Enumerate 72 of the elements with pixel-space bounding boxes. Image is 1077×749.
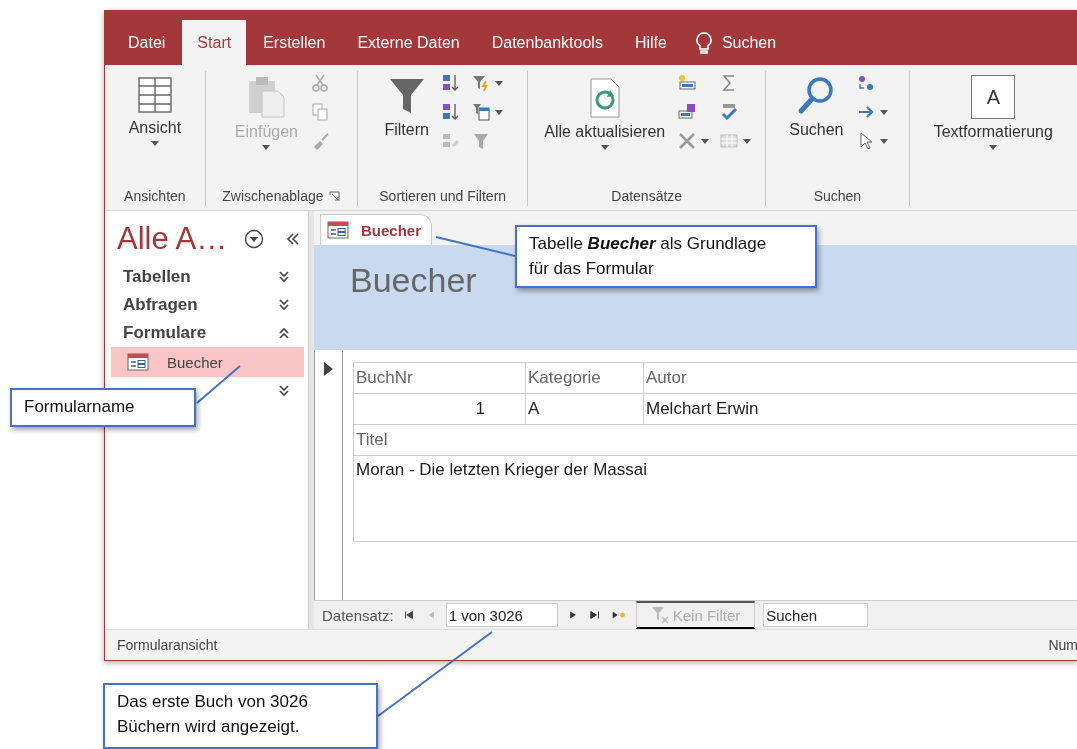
ribbon-button[interactable]: Alle aktualisieren	[542, 71, 668, 154]
sort-ascending-icon[interactable]	[440, 73, 461, 93]
ribbon-tab[interactable]: Datenbanktools	[476, 20, 618, 65]
ribbon-button[interactable]: Ansicht	[126, 71, 184, 150]
ribbon-button[interactable]: A Textformatierung	[931, 71, 1055, 154]
table-grid-icon	[136, 75, 173, 115]
caret-icon	[494, 109, 503, 115]
dropdown-caret-icon	[262, 145, 271, 150]
lightbulb-icon	[695, 31, 712, 54]
record-nav-label: Datensatz:	[322, 606, 394, 624]
save-record-icon[interactable]	[677, 102, 698, 122]
sort-descending-icon[interactable]	[440, 102, 461, 122]
nav-group-header[interactable]: Tabellen	[123, 267, 191, 287]
field-value[interactable]: 1	[354, 394, 526, 425]
dropdown-caret-icon	[600, 145, 609, 150]
delete-icon[interactable]	[677, 131, 698, 151]
ribbon-tab[interactable]: Hilfe	[619, 20, 682, 65]
ribbon-tab[interactable]: Erstellen	[248, 20, 341, 65]
callout-note: Formularname	[10, 388, 196, 427]
form-header-title: Buecher	[350, 261, 477, 299]
spelling-check-icon[interactable]	[719, 102, 740, 122]
collapse-pane-icon[interactable]	[286, 232, 300, 246]
nav-group-header[interactable]: Formulare	[123, 323, 207, 343]
memo-field[interactable]: Moran - Die letzten Krieger der Massai	[354, 456, 1077, 542]
chevron-down-icon[interactable]	[278, 299, 290, 311]
group-label: Zwischenablage	[222, 188, 324, 204]
chevron-down-icon[interactable]	[278, 385, 290, 397]
field-label: BuchNr	[354, 363, 526, 394]
group-label: Ansichten	[124, 188, 186, 204]
dropdown-caret-icon	[989, 145, 998, 150]
field-label: Titel	[354, 425, 1077, 456]
field-label: Autor	[644, 363, 1077, 394]
document-tab[interactable]: Buecher	[320, 214, 433, 245]
ribbon-tab[interactable]: Datei	[113, 20, 181, 65]
form-icon	[127, 353, 149, 371]
caret-icon	[879, 109, 888, 115]
refresh-document-icon	[587, 75, 622, 119]
chevron-down-icon[interactable]	[278, 271, 290, 283]
field-value[interactable]: A	[526, 394, 644, 425]
dialog-launcher-icon[interactable]	[329, 190, 341, 202]
callout-note: Tabelle Buecher als Grundlage für das Formular	[515, 225, 817, 289]
last-record-icon[interactable]	[587, 608, 602, 622]
dropdown-caret-icon	[150, 141, 159, 146]
callout-note: Das erste Buch von 3026 Büchern wird angezeigt.	[103, 683, 378, 749]
nav-item[interactable]: Buecher	[111, 347, 304, 377]
caret-icon	[743, 138, 752, 144]
record-selector-icon[interactable]	[324, 362, 333, 376]
clipboard-icon	[246, 75, 287, 119]
group-label: Suchen	[813, 188, 862, 204]
search-field[interactable]: Suchen	[763, 603, 869, 627]
group-label: Sortieren und Filtern	[379, 188, 507, 204]
field-label: Kategorie	[526, 363, 644, 394]
group-label: Datensätze	[611, 188, 683, 204]
caret-icon	[879, 138, 888, 144]
status-indicator: Num	[1048, 637, 1077, 653]
filter-form-icon[interactable]	[470, 102, 491, 122]
nav-group-header[interactable]: Abfragen	[123, 295, 198, 315]
ribbon-tab[interactable]: Externe Daten	[342, 20, 475, 65]
filter-off-icon	[650, 606, 671, 624]
record-position-field[interactable]: 1 von 3026	[445, 603, 558, 627]
chevron-up-icon[interactable]	[278, 327, 290, 339]
tell-me-label[interactable]: Suchen	[721, 33, 777, 52]
ribbon-tab[interactable]: Start	[182, 20, 247, 65]
ribbon-button[interactable]: Suchen	[787, 71, 846, 143]
caret-icon	[701, 138, 710, 144]
caret-icon	[494, 80, 503, 86]
ribbon-button[interactable]: Filtern	[382, 71, 431, 143]
field-value[interactable]: Melchart Erwin	[644, 394, 1077, 425]
dropdown-circle-icon[interactable]	[244, 229, 264, 249]
status-text: Formularansicht	[117, 637, 218, 653]
nav-pane-title: Alle A…	[117, 221, 229, 257]
form-icon	[327, 221, 349, 239]
